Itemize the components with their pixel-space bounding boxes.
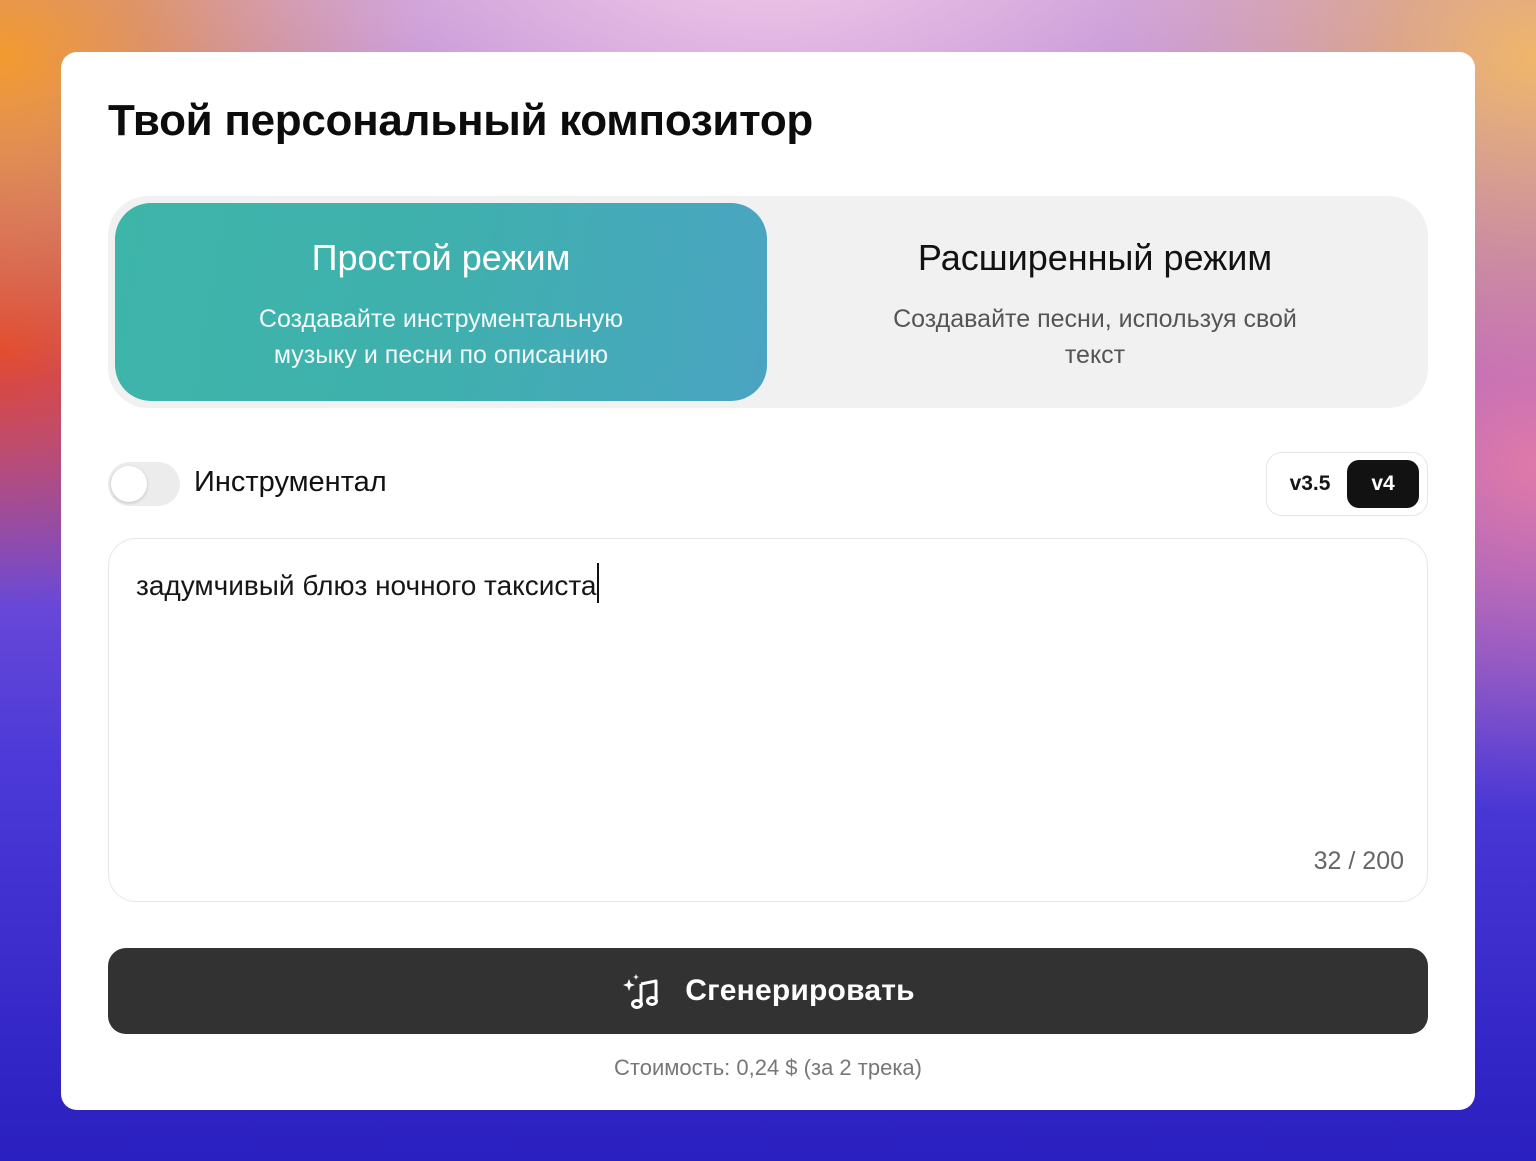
simple-mode-description: Создавайте инструментальную музыку и пес…	[258, 305, 624, 369]
instrumental-toggle[interactable]	[108, 462, 180, 506]
simple-mode-tab[interactable]: Простой режим Создавайте инструментальну…	[115, 203, 767, 401]
version-v4-button[interactable]: v4	[1347, 460, 1419, 508]
advanced-mode-description: Создавайте песни, используя свой текст	[893, 305, 1297, 369]
composer-card: Твой персональный композитор Простой реж…	[61, 52, 1475, 1110]
advanced-mode-title: Расширенный режим	[917, 237, 1273, 278]
prompt-value: задумчивый блюз ночного таксиста	[136, 570, 597, 601]
instrumental-label: Инструментал	[194, 466, 387, 498]
cost-info: Стоимость: 0,24 $ (за 2 трека)	[614, 1055, 922, 1080]
background-frame: Твой персональный композитор Простой реж…	[0, 0, 1536, 1161]
sparkle-music-note-icon	[623, 974, 659, 1009]
toggle-knob	[111, 466, 147, 502]
simple-mode-title: Простой режим	[311, 237, 571, 278]
mode-switch: Простой режим Создавайте инструментальну…	[108, 196, 1428, 408]
text-caret	[597, 563, 600, 603]
page-title: Твой персональный композитор	[108, 96, 813, 145]
prompt-textarea[interactable]: задумчивый блюз ночного таксиста 32 / 20…	[108, 538, 1428, 902]
prompt-text: задумчивый блюз ночного таксиста	[136, 563, 600, 603]
generate-label: Сгенерировать	[685, 974, 915, 1007]
version-selector: v3.5 v4	[1266, 452, 1428, 516]
advanced-mode-tab[interactable]: Расширенный режим Создавайте песни, испо…	[769, 203, 1421, 401]
version-v3-5-button[interactable]: v3.5	[1274, 460, 1346, 508]
generate-button-content: Сгенерировать	[108, 948, 1428, 1034]
generate-button[interactable]: Сгенерировать	[108, 948, 1428, 1034]
character-counter: 32 / 200	[1313, 847, 1404, 875]
